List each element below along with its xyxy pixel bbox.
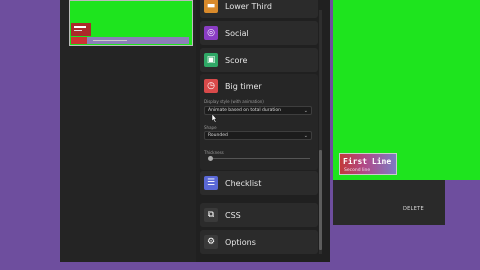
scene-preview-thumbnail[interactable]: [69, 0, 193, 46]
timer-icon: ◷: [204, 79, 218, 93]
css-icon: ⧉: [204, 208, 218, 222]
score-icon: ▣: [204, 53, 218, 67]
menu-item-big-timer[interactable]: ◷ Big timer: [200, 74, 318, 98]
thickness-slider-knob[interactable]: [208, 156, 213, 161]
display-style-label: Display style (with animation): [204, 99, 264, 104]
menu-item-label: CSS: [225, 210, 241, 220]
second-line-text: Second line: [344, 168, 371, 173]
menu-item-label: Options: [225, 237, 256, 247]
thickness-slider[interactable]: [210, 158, 310, 159]
display-style-select[interactable]: Animate based on total duration ⌄: [204, 106, 312, 115]
menu-item-label: Checklist: [225, 178, 262, 188]
mini-lower-third: [71, 23, 91, 36]
menu-item-label: Big timer: [225, 81, 262, 91]
lower-third-preview[interactable]: First Line Second line: [339, 153, 397, 175]
menu-item-lower-third[interactable]: ▬ Lower Third: [200, 0, 318, 18]
shape-label: Shape: [204, 125, 217, 130]
menu-item-score[interactable]: ▣ Score: [200, 48, 318, 72]
social-icon: ◎: [204, 26, 218, 40]
big-timer-section: ◷ Big timer Display style (with animatio…: [200, 74, 318, 170]
mini-line: [74, 30, 82, 31]
chevron-down-icon: ⌄: [303, 108, 308, 114]
thickness-label: Thickness: [204, 150, 224, 155]
lower-third-icon: ▬: [204, 0, 218, 13]
preview-footer: [333, 180, 445, 225]
mini-bar-text: [93, 40, 127, 41]
menu-item-label: Lower Third: [225, 1, 272, 11]
first-line-text: First Line: [343, 157, 392, 166]
menu-item-checklist[interactable]: ☰ Checklist: [200, 171, 318, 195]
mini-bar: [71, 37, 189, 44]
options-icon: ⚙: [204, 235, 218, 249]
shape-value: Rounded: [208, 133, 228, 138]
delete-button[interactable]: DELETE: [403, 206, 424, 212]
mini-line: [74, 26, 86, 28]
menu-item-options[interactable]: ⚙ Options: [200, 230, 318, 254]
display-style-value: Animate based on total duration: [208, 108, 281, 113]
shape-select[interactable]: Rounded ⌄: [204, 131, 312, 140]
mini-bar-segment: [71, 37, 87, 44]
chevron-down-icon: ⌄: [303, 133, 308, 139]
menu-item-label: Social: [225, 28, 249, 38]
menu-item-label: Score: [225, 55, 248, 65]
menu-item-css[interactable]: ⧉ CSS: [200, 203, 318, 227]
checklist-icon: ☰: [204, 176, 218, 190]
menu-item-social[interactable]: ◎ Social: [200, 21, 318, 45]
scrollbar-thumb[interactable]: [319, 150, 322, 250]
